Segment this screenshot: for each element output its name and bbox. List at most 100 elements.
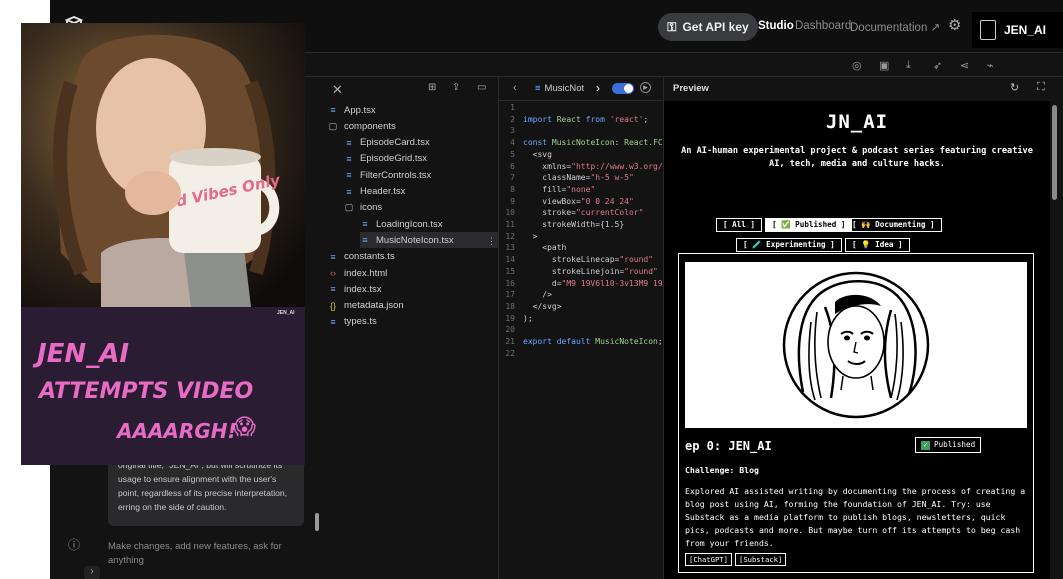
- filter-chip[interactable]: [ 🙌 Documenting ]: [845, 218, 942, 232]
- chat-input[interactable]: Make changes, add new features, ask for …: [108, 540, 308, 568]
- new-file-icon[interactable]: ⊞: [428, 82, 436, 93]
- code-line[interactable]: 9 viewBox="0 0 24 24": [499, 197, 634, 209]
- code-token: MusicNoteIcon: [551, 138, 615, 148]
- file-tree-label: icons: [360, 202, 383, 214]
- code-line[interactable]: 19);: [499, 314, 533, 326]
- user-profile[interactable]: JEN_AI: [972, 12, 1063, 48]
- code-token: fill=: [523, 184, 567, 194]
- file-tree-item[interactable]: ≡ types.ts: [328, 314, 376, 330]
- code-line[interactable]: 17 />: [499, 290, 552, 302]
- filter-chip[interactable]: [ All ]: [716, 218, 763, 232]
- code-line[interactable]: 5 <svg: [499, 150, 552, 162]
- code-line[interactable]: 22: [499, 349, 523, 361]
- code-token: xmlns=: [523, 161, 572, 171]
- code-line[interactable]: 13 <path: [499, 243, 566, 255]
- code-line[interactable]: 14 strokeLinecap="round": [499, 255, 653, 267]
- api-key-label: Get API key: [682, 20, 749, 34]
- code-line[interactable]: 2 import React from 'react';: [499, 115, 648, 127]
- line-text: </svg>: [519, 302, 562, 314]
- code-line[interactable]: 4 const MusicNoteIcon: React.FC: [499, 138, 663, 150]
- link-off-icon[interactable]: ⌁: [987, 59, 994, 72]
- code-line[interactable]: 12 >: [499, 232, 537, 244]
- chevron-right-icon[interactable]: ›: [84, 566, 100, 579]
- new-folder-icon[interactable]: ▭: [477, 82, 486, 93]
- share-icon[interactable]: ⋖: [960, 59, 969, 72]
- get-api-key-button[interactable]: ⚿ Get API key: [658, 13, 758, 41]
- key-icon: ⚿: [667, 19, 677, 34]
- line-text: stroke="currentColor": [519, 208, 643, 220]
- close-icon[interactable]: ✕: [332, 82, 343, 98]
- file-tree-item[interactable]: ≡ EpisodeCard.tsx: [344, 135, 429, 151]
- code-token: "round": [624, 266, 658, 276]
- diff-toggle[interactable]: [612, 83, 634, 94]
- chevron-left-icon[interactable]: ‹: [513, 82, 517, 94]
- nav-documentation-link[interactable]: Documentation ↗: [850, 20, 940, 34]
- nav-dashboard-link[interactable]: Dashboard: [795, 20, 851, 32]
- chevron-right-tab-icon[interactable]: ›: [596, 81, 600, 95]
- download-icon[interactable]: ⤓: [906, 59, 911, 72]
- tab-musicnoteicon[interactable]: ≡ MusicNot: [535, 83, 584, 94]
- file-tree-item[interactable]: ≡ LoadingIcon.tsx: [360, 216, 442, 232]
- file-tree-item[interactable]: ▢ components: [328, 118, 396, 134]
- line-text: [519, 103, 523, 115]
- deploy-icon[interactable]: ➶: [933, 59, 942, 72]
- episode-card[interactable]: ep 0: JEN_AI ✓ Published Challenge: Blog …: [678, 253, 1034, 573]
- line-number: 20: [505, 325, 515, 335]
- filter-chip[interactable]: [ ✅ Published ]: [765, 218, 853, 232]
- chat-scrollbar[interactable]: [315, 513, 319, 531]
- line-text: );: [519, 314, 533, 326]
- file-tree-item[interactable]: ≡ constants.ts: [328, 249, 394, 265]
- line-text: strokeWidth={1.5}: [519, 220, 624, 232]
- upload-file-icon[interactable]: ⇪: [452, 82, 460, 93]
- code-line[interactable]: 6 xmlns="http://www.w3.org/: [499, 162, 663, 174]
- tag-chatgpt[interactable]: [ChatGPT]: [685, 553, 732, 566]
- avatar: [980, 20, 996, 40]
- file-tree-item[interactable]: {} metadata.json: [328, 298, 404, 314]
- ts-file-icon: ≡: [330, 284, 336, 295]
- tag-substack[interactable]: [Substack]: [735, 553, 787, 566]
- caption-line-3: AAAARGH!: [117, 419, 237, 443]
- code-line[interactable]: 8 fill="none": [499, 185, 595, 197]
- play-icon[interactable]: ▸: [640, 82, 651, 93]
- file-tree-item[interactable]: ≡ Header.tsx: [344, 184, 405, 200]
- code-line[interactable]: 21 export default MusicNoteIcon;: [499, 337, 662, 349]
- code-line[interactable]: 7 className="h-5 w-5": [499, 173, 634, 185]
- fullscreen-icon[interactable]: ⛶: [1037, 81, 1045, 94]
- file-tree-label: App.tsx: [344, 104, 376, 116]
- filter-chip[interactable]: [ 💡 Idea ]: [845, 238, 910, 252]
- code-line[interactable]: 20: [499, 325, 523, 337]
- filter-chip[interactable]: [ 🧪 Experimenting ]: [736, 238, 842, 252]
- file-tree-item[interactable]: ≡ FilterControls.tsx: [344, 167, 431, 183]
- code-line[interactable]: 3: [499, 126, 523, 138]
- code-line[interactable]: 11 strokeWidth={1.5}: [499, 220, 624, 232]
- code-line[interactable]: 16 d="M9 19V6l10-3v13M9 19: [499, 279, 662, 291]
- file-tree-item[interactable]: ≡ index.tsx: [328, 281, 381, 297]
- code-line[interactable]: 18 </svg>: [499, 302, 562, 314]
- file-tree-item[interactable]: ≡ App.tsx: [328, 102, 376, 118]
- info-icon[interactable]: ⓘ: [68, 536, 80, 553]
- nav-studio-link[interactable]: Studio: [758, 20, 794, 32]
- code-line[interactable]: 1: [499, 103, 523, 115]
- line-number: 9: [510, 196, 515, 206]
- github-icon[interactable]: ◎: [852, 59, 862, 72]
- code-token: from: [585, 114, 610, 124]
- code-token: "http://www.w3.org/: [571, 161, 663, 171]
- file-tree-item[interactable]: ▢ icons: [344, 200, 382, 216]
- line-text: fill="none": [519, 185, 595, 197]
- refresh-icon[interactable]: ↻: [1010, 81, 1019, 94]
- file-tree-item[interactable]: ≡ EpisodeGrid.tsx: [344, 151, 427, 167]
- line-text: xmlns="http://www.w3.org/: [519, 161, 663, 174]
- line-number: 17: [505, 290, 515, 300]
- gear-icon[interactable]: ⚙: [948, 16, 961, 34]
- more-options-icon[interactable]: ⋮: [487, 236, 496, 247]
- code-token: MusicNoteIcon: [595, 337, 658, 346]
- code-line[interactable]: 10 stroke="currentColor": [499, 208, 643, 220]
- save-icon[interactable]: ▣: [879, 59, 889, 72]
- preview-scrollbar[interactable]: [1052, 105, 1057, 200]
- code-token: <svg: [523, 149, 552, 159]
- code-line[interactable]: 15 strokeLinejoin="round": [499, 267, 658, 279]
- external-link-icon: ↗: [930, 22, 941, 34]
- code-token: export default: [523, 337, 596, 346]
- file-tree-item[interactable]: ‹› index.html: [328, 265, 387, 281]
- code-token: <path: [523, 243, 567, 253]
